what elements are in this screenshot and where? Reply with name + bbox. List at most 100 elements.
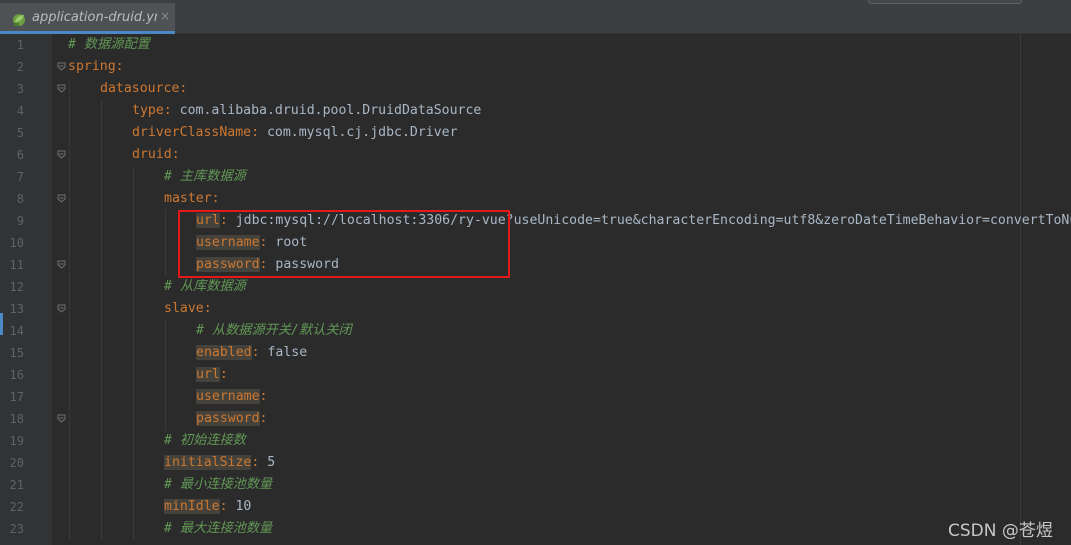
yaml-colon: : [211, 191, 220, 206]
indent-guide [69, 518, 70, 540]
indent-guide [133, 408, 134, 430]
indent-guide [133, 276, 134, 298]
yaml-key: url [196, 367, 220, 382]
indent-guide [69, 78, 70, 100]
code-editor[interactable]: 1 # 数据源配置 2 spring: 3 datasource: 4 type: com.a… [0, 34, 1071, 545]
code-line[interactable]: 12 # 从库数据源 [0, 276, 1071, 298]
indent-guide [101, 342, 102, 364]
line-number: 3 [16, 82, 24, 96]
yaml-value: root [267, 235, 308, 250]
tab-application-druid-yml[interactable]: application-druid.yml × [0, 3, 175, 34]
code-line[interactable]: 4 type: com.alibaba.druid.pool.DruidDataS… [0, 100, 1071, 122]
yaml-colon: : [179, 81, 188, 96]
code-line[interactable]: 17 username: [0, 386, 1071, 408]
indent-guide [101, 474, 102, 496]
code-line[interactable]: 8 master: [0, 188, 1071, 210]
indent-guide [133, 518, 134, 540]
code-line[interactable]: 9 url: jdbc:mysql://localhost:3306/ry-vue… [0, 210, 1071, 232]
line-number: 22 [9, 500, 24, 514]
line-number: 14 [9, 324, 24, 338]
fold-icon[interactable] [57, 260, 66, 269]
yaml-key: spring [68, 59, 116, 74]
line-number: 20 [9, 456, 24, 470]
code-line[interactable]: 16 url: [0, 364, 1071, 386]
code-line[interactable]: 1 # 数据源配置 [0, 34, 1071, 56]
yaml-colon: : [219, 499, 228, 514]
indent-guide [101, 232, 102, 254]
indent-guide [69, 122, 70, 144]
code-line[interactable]: 14 # 从数据源开关/默认关闭 [0, 320, 1071, 342]
yaml-colon: : [115, 59, 124, 74]
indent-guide [101, 166, 102, 188]
yaml-key: enabled [196, 345, 252, 360]
indent-guide [69, 320, 70, 342]
fold-icon[interactable] [57, 84, 66, 93]
line-number: 8 [16, 192, 24, 206]
indent-guide [101, 430, 102, 452]
code-line[interactable]: 7 # 主库数据源 [0, 166, 1071, 188]
yaml-colon: : [259, 411, 268, 426]
indent-guide [133, 386, 134, 408]
indent-guide [69, 276, 70, 298]
line-number: 2 [16, 60, 24, 74]
line-number: 12 [9, 280, 24, 294]
indent-guide [101, 386, 102, 408]
line-number: 9 [16, 214, 24, 228]
code-line[interactable]: 20 initialSize: 5 [0, 452, 1071, 474]
yaml-key: type [132, 103, 164, 118]
code-line[interactable]: 22 minIdle: 10 [0, 496, 1071, 518]
indent-guide [133, 452, 134, 474]
indent-guide [133, 496, 134, 518]
code-line[interactable]: 2 spring: [0, 56, 1071, 78]
code-content: minIdle: 10 [164, 496, 251, 518]
yaml-colon: : [163, 103, 172, 118]
comment-text: # 从数据源开关/默认关闭 [196, 323, 352, 338]
indent-guide [101, 122, 102, 144]
close-icon[interactable]: × [160, 9, 170, 23]
line-number: 16 [9, 368, 24, 382]
fold-icon[interactable] [57, 62, 66, 71]
watermark: CSDN @苍煜 [948, 521, 1053, 541]
code-line[interactable]: 15 enabled: false [0, 342, 1071, 364]
code-line[interactable]: 11 password: password [0, 254, 1071, 276]
indent-guide [69, 386, 70, 408]
indent-guide [101, 188, 102, 210]
toolbar-field[interactable] [868, 0, 1022, 4]
indent-guide [133, 364, 134, 386]
code-content: enabled: false [196, 342, 307, 364]
line-number: 10 [9, 236, 24, 250]
yaml-key: master [164, 191, 212, 206]
code-line[interactable]: 23 # 最大连接池数量 [0, 518, 1071, 540]
fold-icon[interactable] [57, 304, 66, 313]
indent-guide [165, 408, 166, 430]
indent-guide [69, 232, 70, 254]
code-line[interactable]: 6 druid: [0, 144, 1071, 166]
fold-icon[interactable] [57, 194, 66, 203]
code-content: # 从数据源开关/默认关闭 [196, 320, 352, 342]
indent-guide [133, 474, 134, 496]
yaml-value: com.mysql.cj.jdbc.Driver [259, 125, 458, 140]
yaml-colon: : [219, 213, 228, 228]
indent-guide [101, 320, 102, 342]
code-line[interactable]: 3 datasource: [0, 78, 1071, 100]
fold-icon[interactable] [57, 150, 66, 159]
yaml-key: password [196, 411, 260, 426]
code-content: url: jdbc:mysql://localhost:3306/ry-vue?… [196, 210, 1071, 232]
yaml-colon: : [259, 389, 268, 404]
line-number: 18 [9, 412, 24, 426]
code-line[interactable]: 13 slave: [0, 298, 1071, 320]
code-line[interactable]: 10 username: root [0, 232, 1071, 254]
code-line[interactable]: 5 driverClassName: com.mysql.cj.jdbc.Driv… [0, 122, 1071, 144]
code-line[interactable]: 19 # 初始连接数 [0, 430, 1071, 452]
comment-text: # 从库数据源 [164, 279, 246, 294]
line-number: 6 [16, 148, 24, 162]
code-line[interactable]: 18 password: [0, 408, 1071, 430]
indent-guide [165, 386, 166, 408]
code-area[interactable]: 1 # 数据源配置 2 spring: 3 datasource: 4 type: com.a… [0, 34, 1071, 545]
yaml-value: 10 [227, 499, 252, 514]
indent-guide [133, 254, 134, 276]
code-line[interactable]: 21 # 最小连接池数量 [0, 474, 1071, 496]
indent-guide [165, 320, 166, 342]
code-content: username: [196, 386, 267, 408]
fold-icon[interactable] [57, 414, 66, 423]
